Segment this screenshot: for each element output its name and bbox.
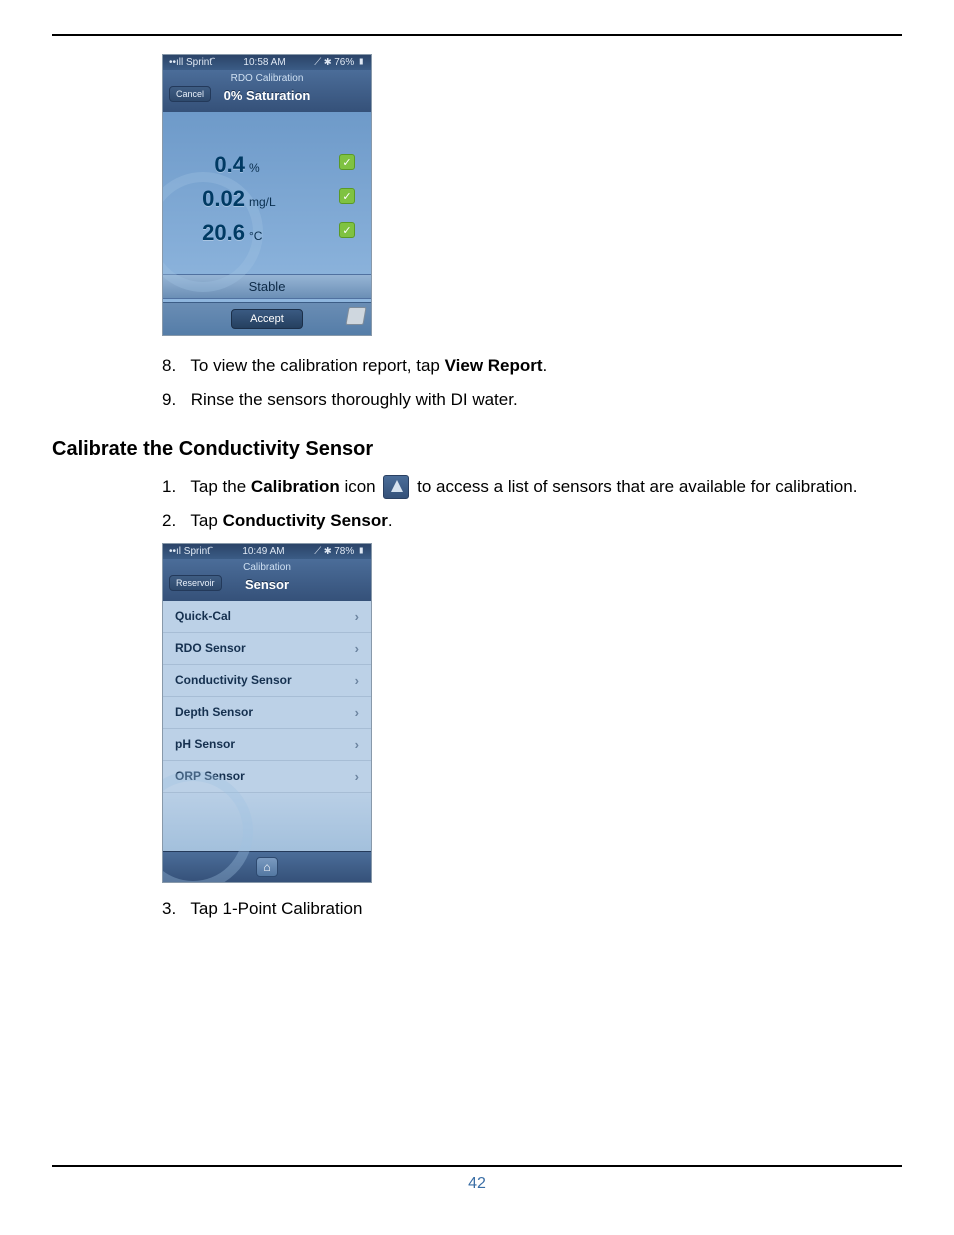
reading-row: 0.02 mg/L ✓ [163, 182, 371, 216]
step-9: 9. Rinse the sensors thoroughly with DI … [162, 388, 902, 412]
bottom-toolbar: ⌂ [163, 851, 371, 882]
nav-title: Sensor [245, 577, 289, 592]
section-heading: Calibrate the Conductivity Sensor [52, 438, 902, 461]
list-item-rdo-sensor[interactable]: RDO Sensor › [163, 633, 371, 665]
nav-subtitle: RDO Calibration [163, 73, 371, 84]
reading-unit: mg/L [249, 195, 276, 209]
signal-icon: ••ıl Sprint ︢ [169, 546, 213, 557]
signal-icon: ••ıll Sprint ︢ [169, 57, 215, 68]
list-item-label: Quick-Cal [175, 609, 231, 623]
chevron-right-icon: › [355, 769, 359, 784]
list-item-conductivity-sensor[interactable]: Conductivity Sensor › [163, 665, 371, 697]
status-bar: ••ıl Sprint ︢ 10:49 AM ⟋ ✱ 78% ▮ [163, 544, 371, 559]
step-1: 1. Tap the Calibration icon to access a … [162, 475, 902, 500]
reading-value: 0.4 [175, 152, 245, 178]
list-item-label: Depth Sensor [175, 705, 253, 719]
battery-icon: ⟋ ✱ 76% ▮ [314, 57, 365, 68]
check-icon: ✓ [339, 222, 355, 238]
chevron-right-icon: › [355, 705, 359, 720]
page-number: 42 [468, 1175, 486, 1192]
page-footer: 42 [52, 1165, 902, 1193]
status-time: 10:49 AM [213, 546, 315, 557]
reading-row: 20.6 °C ✓ [163, 216, 371, 250]
top-rule [52, 34, 902, 36]
step-8: 8. To view the calibration report, tap V… [162, 354, 902, 378]
home-button[interactable]: ⌂ [256, 857, 278, 877]
chevron-right-icon: › [355, 641, 359, 656]
list-item-orp-sensor[interactable]: ORP Sensor › [163, 761, 371, 793]
accept-button[interactable]: Accept [231, 309, 303, 329]
back-button[interactable]: Reservoir [169, 575, 222, 591]
list-item-label: ORP Sensor [175, 769, 245, 783]
list-empty-area [163, 793, 371, 851]
list-item-quick-cal[interactable]: Quick-Cal › [163, 601, 371, 633]
list-item-label: RDO Sensor [175, 641, 246, 655]
reading-value: 0.02 [175, 186, 245, 212]
list-item-depth-sensor[interactable]: Depth Sensor › [163, 697, 371, 729]
list-item-label: pH Sensor [175, 737, 235, 751]
reading-row: 0.4 % ✓ [163, 148, 371, 182]
list-item-label: Conductivity Sensor [175, 673, 292, 687]
bottom-toolbar: Accept [163, 302, 371, 335]
home-icon: ⌂ [263, 860, 270, 874]
chevron-right-icon: › [355, 737, 359, 752]
reading-value: 20.6 [175, 220, 245, 246]
nav-title: 0% Saturation [224, 88, 311, 103]
sensor-list: Quick-Cal › RDO Sensor › Conductivity Se… [163, 601, 371, 851]
stable-indicator: Stable [163, 274, 371, 299]
check-icon: ✓ [339, 188, 355, 204]
phone-body: 0.4 % ✓ 0.02 mg/L ✓ 20.6 °C ✓ St [163, 112, 371, 302]
status-time: 10:58 AM [215, 57, 314, 68]
nav-bar: RDO Calibration Cancel 0% Saturation [163, 70, 371, 112]
list-item-ph-sensor[interactable]: pH Sensor › [163, 729, 371, 761]
nav-bar: Calibration Reservoir Sensor [163, 559, 371, 601]
nav-subtitle: Calibration [163, 562, 371, 573]
reading-unit: °C [249, 229, 262, 243]
cancel-button[interactable]: Cancel [169, 86, 211, 102]
screenshot-sensor-list: ••ıl Sprint ︢ 10:49 AM ⟋ ✱ 78% ▮ Calibra… [162, 543, 372, 883]
screenshot-rdo-calibration: ••ıll Sprint ︢ 10:58 AM ⟋ ✱ 76% ▮ RDO Ca… [162, 54, 372, 336]
step-3: 3. Tap 1-Point Calibration [162, 897, 902, 921]
check-icon: ✓ [339, 154, 355, 170]
calibration-icon [383, 475, 409, 499]
note-icon[interactable] [345, 307, 366, 325]
chevron-right-icon: › [355, 609, 359, 624]
battery-icon: ⟋ ✱ 78% ▮ [314, 546, 365, 557]
chevron-right-icon: › [355, 673, 359, 688]
step-2: 2. Tap Conductivity Sensor. [162, 509, 902, 533]
status-bar: ••ıll Sprint ︢ 10:58 AM ⟋ ✱ 76% ▮ [163, 55, 371, 70]
reading-unit: % [249, 161, 260, 175]
